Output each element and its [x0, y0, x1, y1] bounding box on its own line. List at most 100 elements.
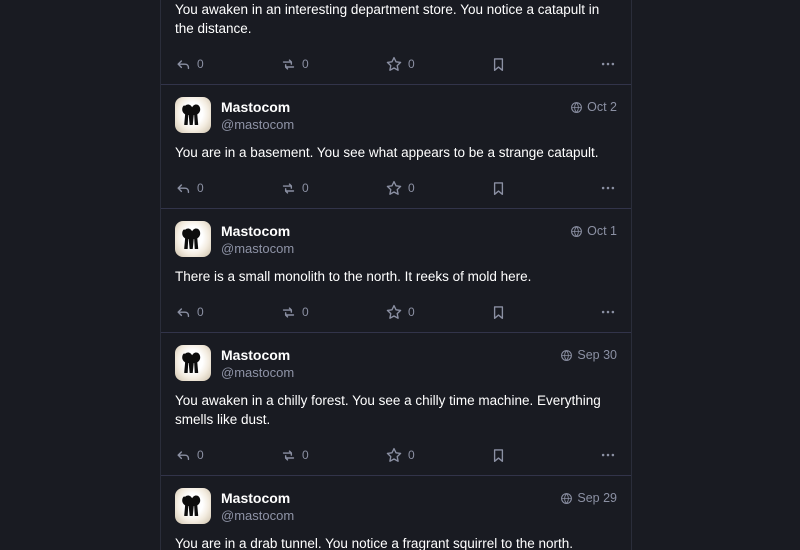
bookmark-button[interactable]: [490, 304, 595, 321]
favourite-button[interactable]: 0: [385, 446, 490, 464]
status-header: Mastocom @mastocom Sep 30: [175, 345, 617, 381]
status-action-bar: 0 0 0: [175, 298, 617, 326]
avatar[interactable]: [175, 97, 211, 133]
timestamp-label: Oct 2: [587, 100, 617, 114]
status-content: You are in a drab tunnel. You notice a f…: [175, 536, 574, 550]
star-icon: [386, 447, 402, 462]
status-content: You are in a basement. You see what appe…: [175, 145, 599, 160]
avatar[interactable]: [175, 345, 211, 381]
account-handle: @mastocom: [221, 241, 295, 256]
status-action-bar: 0 0 0: [175, 441, 617, 469]
display-name: Mastocom: [221, 490, 291, 506]
reply-icon: [177, 59, 190, 69]
timeline-column: Mastocom @mastocom You awaken in an inte…: [160, 0, 632, 550]
favourite-button[interactable]: 0: [385, 179, 490, 197]
more-button[interactable]: [599, 179, 617, 197]
bookmark-button[interactable]: [490, 56, 595, 73]
favourite-count: 0: [408, 181, 415, 195]
ellipsis-icon: [601, 310, 615, 314]
account-names: Mastocom @mastocom: [221, 221, 570, 257]
status-content: There is a small monolith to the north. …: [175, 269, 532, 284]
status-action-bar: 0 0 0: [175, 174, 617, 202]
reply-button[interactable]: 0: [175, 56, 280, 73]
boost-button[interactable]: 0: [280, 304, 385, 321]
boost-icon: [282, 58, 295, 70]
more-button[interactable]: [599, 303, 617, 321]
globe-icon: [561, 492, 573, 504]
account-names: Mastocom @mastocom: [221, 488, 560, 524]
display-name: Mastocom: [221, 223, 291, 239]
mastocom-logo-icon: [182, 495, 201, 516]
reply-button[interactable]: 0: [175, 180, 280, 197]
globe-icon: [571, 225, 582, 237]
reply-icon: [177, 183, 190, 193]
account-handle: @mastocom: [221, 117, 295, 132]
status-timestamp[interactable]: Sep 29: [560, 488, 617, 505]
avatar[interactable]: [175, 221, 211, 257]
mastocom-logo-icon: [182, 228, 201, 249]
favourite-count: 0: [408, 448, 415, 462]
globe-icon: [561, 349, 573, 361]
bookmark-button[interactable]: [490, 180, 595, 197]
status-post-0[interactable]: Mastocom @mastocom You awaken in an inte…: [161, 0, 631, 85]
star-icon: [386, 180, 402, 195]
favourite-count: 0: [408, 57, 415, 71]
boost-icon: [282, 449, 295, 461]
star-icon: [386, 304, 402, 319]
timestamp-label: Sep 29: [577, 491, 617, 505]
status-timestamp[interactable]: Sep 30: [560, 345, 617, 362]
account-names: Mastocom @mastocom: [221, 345, 560, 381]
bookmark-icon: [493, 57, 504, 71]
reply-icon: [177, 450, 190, 460]
ellipsis-icon: [601, 453, 615, 457]
app-root: Mastocom @mastocom You awaken in an inte…: [0, 0, 800, 550]
ellipsis-icon: [601, 62, 615, 66]
reply-icon: [177, 307, 190, 317]
boost-button[interactable]: 0: [280, 180, 385, 197]
status-header: Mastocom @mastocom Oct 2: [175, 97, 617, 133]
boost-icon: [282, 306, 295, 318]
avatar[interactable]: [175, 488, 211, 524]
status-content: You awaken in a chilly forest. You see a…: [175, 393, 601, 427]
status-post-3[interactable]: Mastocom @mastocom Sep 30 You awaken in …: [161, 333, 631, 476]
boost-button[interactable]: 0: [280, 56, 385, 73]
reply-count: 0: [197, 57, 204, 71]
ellipsis-icon: [601, 186, 615, 190]
star-icon: [386, 56, 402, 71]
display-name: Mastocom: [221, 99, 291, 115]
reply-button[interactable]: 0: [175, 304, 280, 321]
favourite-button[interactable]: 0: [385, 55, 490, 73]
bookmark-icon: [493, 181, 504, 195]
mastocom-logo-icon: [182, 104, 201, 125]
boost-count: 0: [302, 305, 309, 319]
status-post-2[interactable]: Mastocom @mastocom Oct 1 There is a smal…: [161, 209, 631, 333]
status-timestamp[interactable]: Oct 2: [570, 97, 617, 114]
status-post-1[interactable]: Mastocom @mastocom Oct 2 You are in a ba…: [161, 85, 631, 209]
reply-count: 0: [197, 448, 204, 462]
bookmark-icon: [493, 305, 504, 319]
reply-count: 0: [197, 305, 204, 319]
bookmark-icon: [493, 448, 504, 462]
status-timestamp[interactable]: Oct 1: [570, 221, 617, 238]
boost-icon: [282, 182, 295, 194]
bookmark-button[interactable]: [490, 447, 595, 464]
status-post-4[interactable]: Mastocom @mastocom Sep 29 You are in a d…: [161, 476, 631, 550]
mastocom-logo-icon: [182, 352, 201, 373]
more-button[interactable]: [599, 55, 617, 73]
timestamp-label: Sep 30: [577, 348, 617, 362]
boost-count: 0: [302, 448, 309, 462]
boost-count: 0: [302, 57, 309, 71]
favourite-button[interactable]: 0: [385, 303, 490, 321]
display-name: Mastocom: [221, 347, 291, 363]
reply-button[interactable]: 0: [175, 447, 280, 464]
account-handle: @mastocom: [221, 365, 295, 380]
boost-button[interactable]: 0: [280, 447, 385, 464]
status-content: You awaken in an interesting department …: [175, 2, 600, 36]
more-button[interactable]: [599, 446, 617, 464]
favourite-count: 0: [408, 305, 415, 319]
status-header: Mastocom @mastocom Oct 1: [175, 221, 617, 257]
reply-count: 0: [197, 181, 204, 195]
timestamp-label: Oct 1: [587, 224, 617, 238]
status-action-bar: 0 0 0: [175, 50, 617, 78]
globe-icon: [571, 101, 582, 113]
